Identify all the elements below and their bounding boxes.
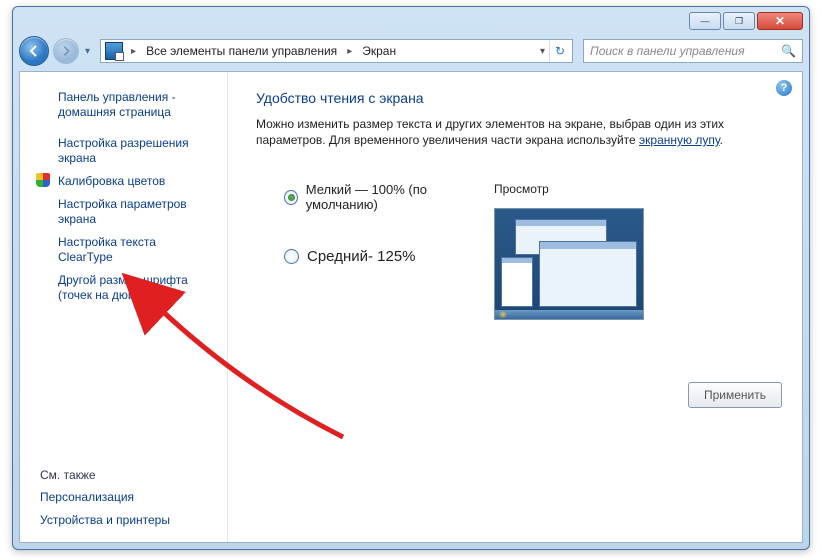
radio-unchecked-icon — [284, 249, 299, 264]
search-placeholder: Поиск в панели управления — [590, 44, 781, 58]
control-panel-icon — [105, 42, 123, 60]
scale-options: Мелкий — 100% (по умолчанию) Средний- 12… — [256, 182, 782, 320]
option-small-100[interactable]: Мелкий — 100% (по умолчанию) — [284, 182, 484, 212]
apply-button[interactable]: Применить — [688, 382, 782, 408]
magnifier-link[interactable]: экранную лупу — [639, 133, 720, 147]
radio-checked-icon — [284, 190, 298, 205]
history-dropdown-icon[interactable]: ▾ — [83, 46, 92, 57]
search-input[interactable]: Поиск в панели управления 🔍 — [583, 39, 803, 63]
help-icon[interactable]: ? — [776, 80, 792, 96]
chevron-right-icon: ▸ — [343, 46, 356, 57]
see-also-devices[interactable]: Устройства и принтеры — [20, 509, 227, 532]
shield-icon — [36, 173, 50, 187]
close-button[interactable]: ✕ — [757, 12, 803, 30]
minimize-button[interactable]: — — [689, 12, 721, 30]
see-also-heading: См. также — [20, 464, 227, 486]
option-label: Средний- 125% — [307, 248, 416, 265]
page-description: Можно изменить размер текста и других эл… — [256, 116, 782, 148]
preview-label: Просмотр — [494, 182, 644, 196]
breadcrumb-seg-all[interactable]: Все элементы панели управления — [140, 40, 343, 62]
content-area: Панель управления - домашняя страница На… — [19, 71, 803, 543]
see-also-personalization[interactable]: Персонализация — [20, 486, 227, 509]
sidebar-item-custom-dpi[interactable]: Другой размер шрифта (точек на дюйм) — [20, 269, 227, 307]
sidebar: Панель управления - домашняя страница На… — [20, 72, 228, 542]
option-label: Мелкий — 100% (по умолчанию) — [306, 182, 484, 212]
titlebar: — ❐ ✕ — [13, 7, 809, 35]
address-bar[interactable]: ▸ Все элементы панели управления ▸ Экран… — [100, 39, 573, 63]
breadcrumb-seg-display[interactable]: Экран — [356, 40, 402, 62]
option-medium-125[interactable]: Средний- 125% — [284, 248, 484, 265]
sidebar-item-display-settings[interactable]: Настройка параметров экрана — [20, 193, 227, 231]
search-icon: 🔍 — [781, 44, 796, 58]
back-button[interactable] — [19, 36, 49, 66]
sidebar-item-home[interactable]: Панель управления - домашняя страница — [20, 86, 227, 124]
sidebar-item-calibration[interactable]: Калибровка цветов — [20, 170, 227, 193]
chevron-down-icon[interactable]: ▾ — [536, 46, 549, 57]
sidebar-item-cleartype[interactable]: Настройка текста ClearType — [20, 231, 227, 269]
maximize-button[interactable]: ❐ — [723, 12, 755, 30]
sidebar-item-label: Калибровка цветов — [58, 174, 165, 188]
sidebar-item-resolution[interactable]: Настройка разрешения экрана — [20, 132, 227, 170]
refresh-icon[interactable]: ↻ — [549, 40, 570, 62]
navigation-row: ▾ ▸ Все элементы панели управления ▸ Экр… — [13, 35, 809, 67]
control-panel-window: — ❐ ✕ ▾ ▸ Все элементы панели управления… — [12, 6, 810, 550]
preview-thumbnail — [494, 208, 644, 320]
chevron-right-icon: ▸ — [127, 46, 140, 57]
main-pane: ? Удобство чтения с экрана Можно изменит… — [228, 72, 802, 542]
forward-button[interactable] — [53, 38, 79, 64]
page-title: Удобство чтения с экрана — [256, 90, 782, 106]
